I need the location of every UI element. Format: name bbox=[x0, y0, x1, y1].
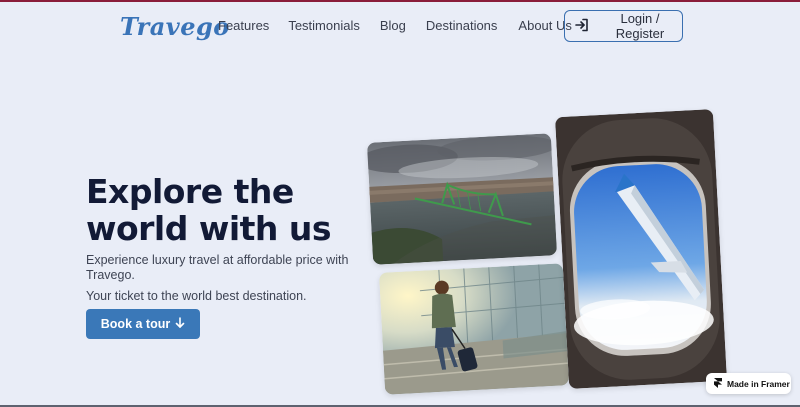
hero-subtitle: Experience luxury travel at affordable p… bbox=[86, 253, 349, 282]
brand-logo[interactable]: Travego bbox=[120, 12, 230, 41]
made-in-framer-label: Made in Framer bbox=[727, 378, 790, 389]
hero-tagline: Your ticket to the world best destinatio… bbox=[86, 289, 307, 303]
login-arrow-icon bbox=[574, 17, 590, 36]
book-tour-button[interactable]: Book a tour bbox=[86, 309, 200, 339]
book-tour-label: Book a tour bbox=[100, 317, 171, 331]
main-nav: Features Testimonials Blog Destinations … bbox=[218, 18, 572, 33]
nav-item-testimonials[interactable]: Testimonials bbox=[288, 18, 360, 33]
hero-title: Explore the world with us bbox=[86, 172, 332, 248]
bridge-photo bbox=[366, 133, 558, 265]
arrow-down-icon bbox=[175, 317, 185, 331]
nav-item-features[interactable]: Features bbox=[218, 18, 269, 33]
airplane-window-photo bbox=[554, 109, 728, 389]
login-register-label: Login / Register bbox=[615, 11, 665, 41]
made-in-framer-badge[interactable]: Made in Framer bbox=[706, 373, 791, 394]
nav-item-destinations[interactable]: Destinations bbox=[426, 18, 498, 33]
airport-traveler-photo bbox=[378, 263, 570, 395]
framer-logo-icon bbox=[714, 377, 722, 390]
login-register-button[interactable]: Login / Register bbox=[564, 10, 683, 42]
nav-item-blog[interactable]: Blog bbox=[380, 18, 406, 33]
top-accent-line bbox=[0, 0, 800, 2]
